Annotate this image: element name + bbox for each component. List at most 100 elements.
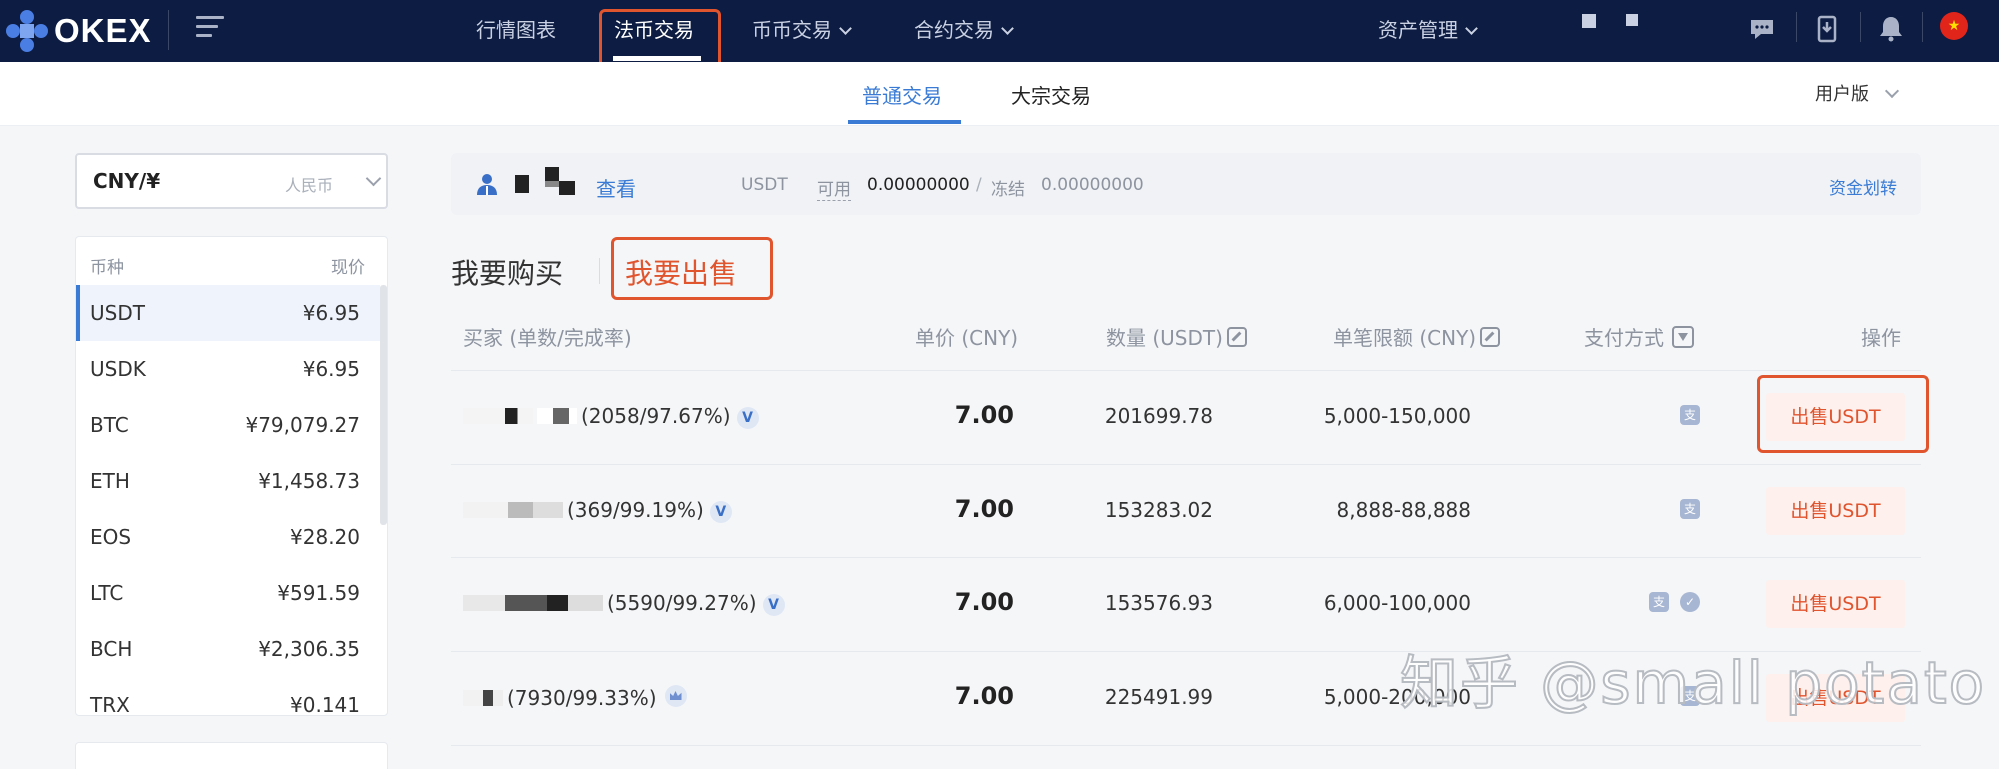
crown-badge-icon (664, 685, 687, 707)
buyer-stats: (7930/99.33%) (507, 686, 657, 710)
download-icon[interactable] (1812, 14, 1842, 44)
coin-item-trx[interactable]: TRX ¥0.141 (76, 677, 380, 716)
buyer-cell[interactable]: (369/99.19%) V (463, 498, 732, 523)
chat-icon[interactable] (1747, 14, 1777, 44)
account-balance-bar: 查看 USDT 可用 0.00000000 / 冻结 0.00000000 资金… (451, 153, 1921, 215)
buyer-cell[interactable]: (7930/99.33%) (463, 685, 687, 710)
china-flag-icon[interactable]: ★ (1940, 12, 1968, 40)
filter-icon[interactable] (1672, 326, 1694, 348)
sell-usdt-button[interactable]: 出售USDT (1766, 580, 1905, 628)
logo-text: OKEX (54, 12, 152, 49)
account-placeholder-icon[interactable] (1578, 12, 1608, 42)
coin-column-header: 币种 (90, 258, 124, 278)
alipay-icon: 支 (1680, 405, 1700, 425)
action-column-header: 操作 (1861, 326, 1901, 350)
coin-list-header: 币种 现价 (76, 237, 387, 285)
coin-price: ¥79,079.27 (245, 413, 360, 437)
quantity-column-header[interactable]: 数量 (USDT) (1106, 322, 1247, 351)
balance-separator: / (976, 175, 982, 195)
buyer-column-header: 买家 (单数/完成率) (463, 326, 632, 350)
coin-item-usdt[interactable]: USDT ¥6.95 (76, 285, 380, 341)
unit-price: 7.00 (954, 401, 1014, 429)
quantity: 225491.99 (1104, 685, 1213, 709)
coin-item-btc[interactable]: BTC ¥79,079.27 (76, 397, 380, 453)
unit-price: 7.00 (954, 588, 1014, 616)
nav-divider (1796, 12, 1797, 42)
coin-list-panel: 币种 现价 USDT ¥6.95 USDK ¥6.95 BTC ¥79,079.… (75, 236, 388, 716)
nav-spot-trading[interactable]: 币币交易 (752, 14, 852, 46)
chevron-down-icon (1001, 22, 1014, 35)
verified-badge: V (709, 501, 732, 523)
subtab-active-underline (848, 120, 961, 124)
coin-name: USDK (90, 357, 146, 381)
redacted-buyer-name (463, 595, 603, 611)
sell-usdt-button[interactable]: 出售USDT (1766, 487, 1905, 535)
tab-block-trading[interactable]: 大宗交易 (1011, 80, 1091, 109)
quantity: 153283.02 (1104, 498, 1213, 522)
currency-code: CNY/¥ (93, 169, 161, 193)
chevron-down-icon (1884, 83, 1900, 99)
balance-asset: USDT (741, 175, 788, 195)
redacted-buyer-name (463, 690, 503, 706)
sidebar-bottom-panel (75, 742, 388, 769)
tab-regular-trading[interactable]: 普通交易 (862, 80, 942, 109)
account-placeholder-icon (1626, 14, 1638, 26)
currency-select[interactable]: CNY/¥ 人民币 (75, 153, 388, 209)
view-link[interactable]: 查看 (596, 173, 636, 202)
coin-price: ¥0.141 (290, 693, 360, 716)
nav-divider (1922, 12, 1923, 42)
coin-item-ltc[interactable]: LTC ¥591.59 (76, 565, 380, 621)
table-row: (2058/97.67%) V 7.00 201699.78 5,000-150,… (451, 371, 1921, 464)
order-limit: 5,000-150,000 (1323, 404, 1471, 428)
coin-price: ¥591.59 (277, 581, 360, 605)
unit-price: 7.00 (954, 495, 1014, 523)
payment-column-header[interactable]: 支付方式 (1584, 322, 1694, 351)
coin-name: BTC (90, 413, 129, 437)
tab-buy[interactable]: 我要购买 (451, 252, 563, 292)
nav-contract-trading[interactable]: 合约交易 (914, 14, 1014, 46)
tab-divider (599, 258, 600, 284)
okex-logo[interactable]: OKEX (6, 10, 152, 52)
coin-name: USDT (90, 301, 145, 325)
unit-price: 7.00 (954, 682, 1014, 710)
buyer-stats: (369/99.19%) (567, 498, 704, 522)
quantity: 153576.93 (1104, 591, 1213, 615)
edit-icon[interactable] (1226, 327, 1247, 347)
nav-asset-management[interactable]: 资产管理 (1378, 14, 1478, 46)
coin-name: ETH (90, 469, 130, 493)
nav-market-charts[interactable]: 行情图表 (476, 14, 556, 46)
coin-name: TRX (90, 693, 130, 716)
annotation-box-sell-tab (611, 237, 773, 300)
verified-badge: V (762, 594, 785, 616)
quantity: 201699.78 (1104, 404, 1213, 428)
sub-nav: 普通交易 大宗交易 用户版 (0, 62, 1999, 126)
coin-list-scrollbar[interactable] (380, 285, 387, 525)
user-version-dropdown[interactable]: 用户版 (1815, 80, 1900, 106)
edit-icon[interactable] (1480, 327, 1501, 347)
limit-column-header[interactable]: 单笔限额 (CNY) (1333, 322, 1501, 351)
user-icon (477, 174, 497, 195)
alipay-icon: 支 (1680, 499, 1700, 519)
currency-name: 人民币 (285, 176, 334, 195)
okex-logo-icon (6, 10, 48, 52)
wechat-pay-icon: ✓ (1680, 592, 1700, 612)
annotation-box-sell-button (1757, 375, 1929, 453)
redacted-buyer-name (537, 408, 577, 424)
table-divider (451, 745, 1921, 746)
coin-item-eos[interactable]: EOS ¥28.20 (76, 509, 380, 565)
table-row: (369/99.19%) V 7.00 153283.02 8,888-88,88… (451, 465, 1921, 558)
frozen-label: 冻结 (991, 180, 1025, 200)
buyer-cell[interactable]: (5590/99.27%) V (463, 591, 785, 616)
buyer-cell[interactable]: (2058/97.67%) V (463, 404, 759, 429)
nav-divider (168, 10, 169, 50)
coin-price: ¥28.20 (290, 525, 360, 549)
price-column-header: 现价 (331, 258, 365, 278)
coin-item-eth[interactable]: ETH ¥1,458.73 (76, 453, 380, 509)
coin-item-usdk[interactable]: USDK ¥6.95 (76, 341, 380, 397)
bell-icon[interactable] (1876, 14, 1906, 44)
fund-transfer-link[interactable]: 资金划转 (1829, 174, 1897, 199)
alipay-icon: 支 (1649, 592, 1669, 612)
redacted-username (545, 167, 577, 197)
menu-icon[interactable] (196, 16, 224, 38)
coin-item-bch[interactable]: BCH ¥2,306.35 (76, 621, 380, 677)
